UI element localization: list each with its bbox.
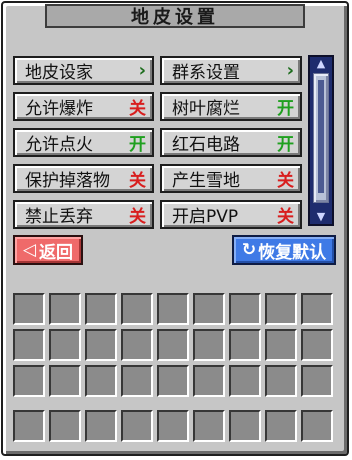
inventory-slot[interactable] xyxy=(229,410,261,442)
option-button[interactable]: 开启PVP 关 xyxy=(160,200,302,229)
option-label: 产生雪地 xyxy=(172,171,240,191)
chevron-right-icon: › xyxy=(138,60,146,81)
option-label: 允许点火 xyxy=(25,135,93,155)
reset-label: 恢复默认 xyxy=(258,242,327,263)
back-arrow-icon: ◁ xyxy=(22,240,37,260)
inventory-slot[interactable] xyxy=(85,365,117,397)
inventory-slot[interactable] xyxy=(13,410,45,442)
inventory-slot[interactable] xyxy=(49,365,81,397)
option-label: 保护掉落物 xyxy=(25,171,110,191)
inventory-slot[interactable] xyxy=(301,329,333,361)
inventory-slot[interactable] xyxy=(193,329,225,361)
option-label: 开启PVP xyxy=(172,207,239,227)
inventory-slot[interactable] xyxy=(301,365,333,397)
back-label: 返回 xyxy=(39,242,74,263)
option-label: 禁止丢弃 xyxy=(25,207,93,227)
option-label: 树叶腐烂 xyxy=(172,99,240,119)
inventory-slot[interactable] xyxy=(121,293,153,325)
option-state: 关 xyxy=(129,99,146,119)
inventory-slot[interactable] xyxy=(301,410,333,442)
inventory-slot[interactable] xyxy=(265,293,297,325)
inventory-slot[interactable] xyxy=(157,329,189,361)
inventory-slot[interactable] xyxy=(301,293,333,325)
option-button[interactable]: 红石电路 开 xyxy=(160,128,302,157)
inventory-slot[interactable] xyxy=(157,410,189,442)
option-button[interactable]: 产生雪地 关 xyxy=(160,164,302,193)
option-state: 关 xyxy=(129,171,146,191)
inventory-slot[interactable] xyxy=(121,329,153,361)
inventory-slot[interactable] xyxy=(229,329,261,361)
inventory-slot[interactable] xyxy=(229,365,261,397)
inventory-slot[interactable] xyxy=(265,410,297,442)
inventory-slot[interactable] xyxy=(13,293,45,325)
scroll-up-icon[interactable]: ▲ xyxy=(310,57,332,71)
option-state: 关 xyxy=(277,171,294,191)
inventory-slot[interactable] xyxy=(265,329,297,361)
inventory-slot[interactable] xyxy=(85,293,117,325)
option-state: 关 xyxy=(277,207,294,227)
option-state: 开 xyxy=(277,99,294,119)
scroll-thumb[interactable] xyxy=(313,73,329,203)
inventory-slot[interactable] xyxy=(121,410,153,442)
inventory-slot[interactable] xyxy=(193,293,225,325)
reset-default-button[interactable]: ↻ 恢复默认 xyxy=(232,235,336,265)
option-button[interactable]: 地皮设家 › xyxy=(13,56,154,85)
option-button[interactable]: 允许爆炸 关 xyxy=(13,92,154,121)
inventory-slot[interactable] xyxy=(193,410,225,442)
option-button[interactable]: 禁止丢弃 关 xyxy=(13,200,154,229)
option-state: 关 xyxy=(129,207,146,227)
option-label: 红石电路 xyxy=(172,135,240,155)
inventory-slot[interactable] xyxy=(49,329,81,361)
chevron-right-icon: › xyxy=(286,60,294,81)
inventory-slot[interactable] xyxy=(193,365,225,397)
inventory-slot[interactable] xyxy=(85,410,117,442)
option-label: 群系设置 xyxy=(172,63,240,83)
option-state: 开 xyxy=(277,135,294,155)
page-title: 地皮设置 xyxy=(45,4,305,28)
reset-icon: ↻ xyxy=(241,240,257,260)
inventory-slot[interactable] xyxy=(85,329,117,361)
inventory-slot[interactable] xyxy=(157,365,189,397)
inventory-slot[interactable] xyxy=(121,365,153,397)
inventory-slot[interactable] xyxy=(49,410,81,442)
option-button[interactable]: 群系设置 › xyxy=(160,56,302,85)
inventory-slot[interactable] xyxy=(157,293,189,325)
inventory-slot[interactable] xyxy=(265,365,297,397)
inventory-slot[interactable] xyxy=(229,293,261,325)
option-button[interactable]: 允许点火 开 xyxy=(13,128,154,157)
back-button[interactable]: ◁ 返回 xyxy=(13,235,83,265)
scroll-down-icon[interactable]: ▼ xyxy=(310,210,332,224)
scrollbar[interactable]: ▲ ▼ xyxy=(308,55,334,226)
option-label: 地皮设家 xyxy=(25,63,93,83)
inventory-slot[interactable] xyxy=(49,293,81,325)
option-button[interactable]: 保护掉落物关 xyxy=(13,164,154,193)
hotbar-grid xyxy=(13,410,333,442)
inventory-slot[interactable] xyxy=(13,329,45,361)
option-button[interactable]: 树叶腐烂 开 xyxy=(160,92,302,121)
option-state: 开 xyxy=(129,135,146,155)
inventory-grid xyxy=(13,293,333,397)
inventory-slot[interactable] xyxy=(13,365,45,397)
option-label: 允许爆炸 xyxy=(25,99,93,119)
